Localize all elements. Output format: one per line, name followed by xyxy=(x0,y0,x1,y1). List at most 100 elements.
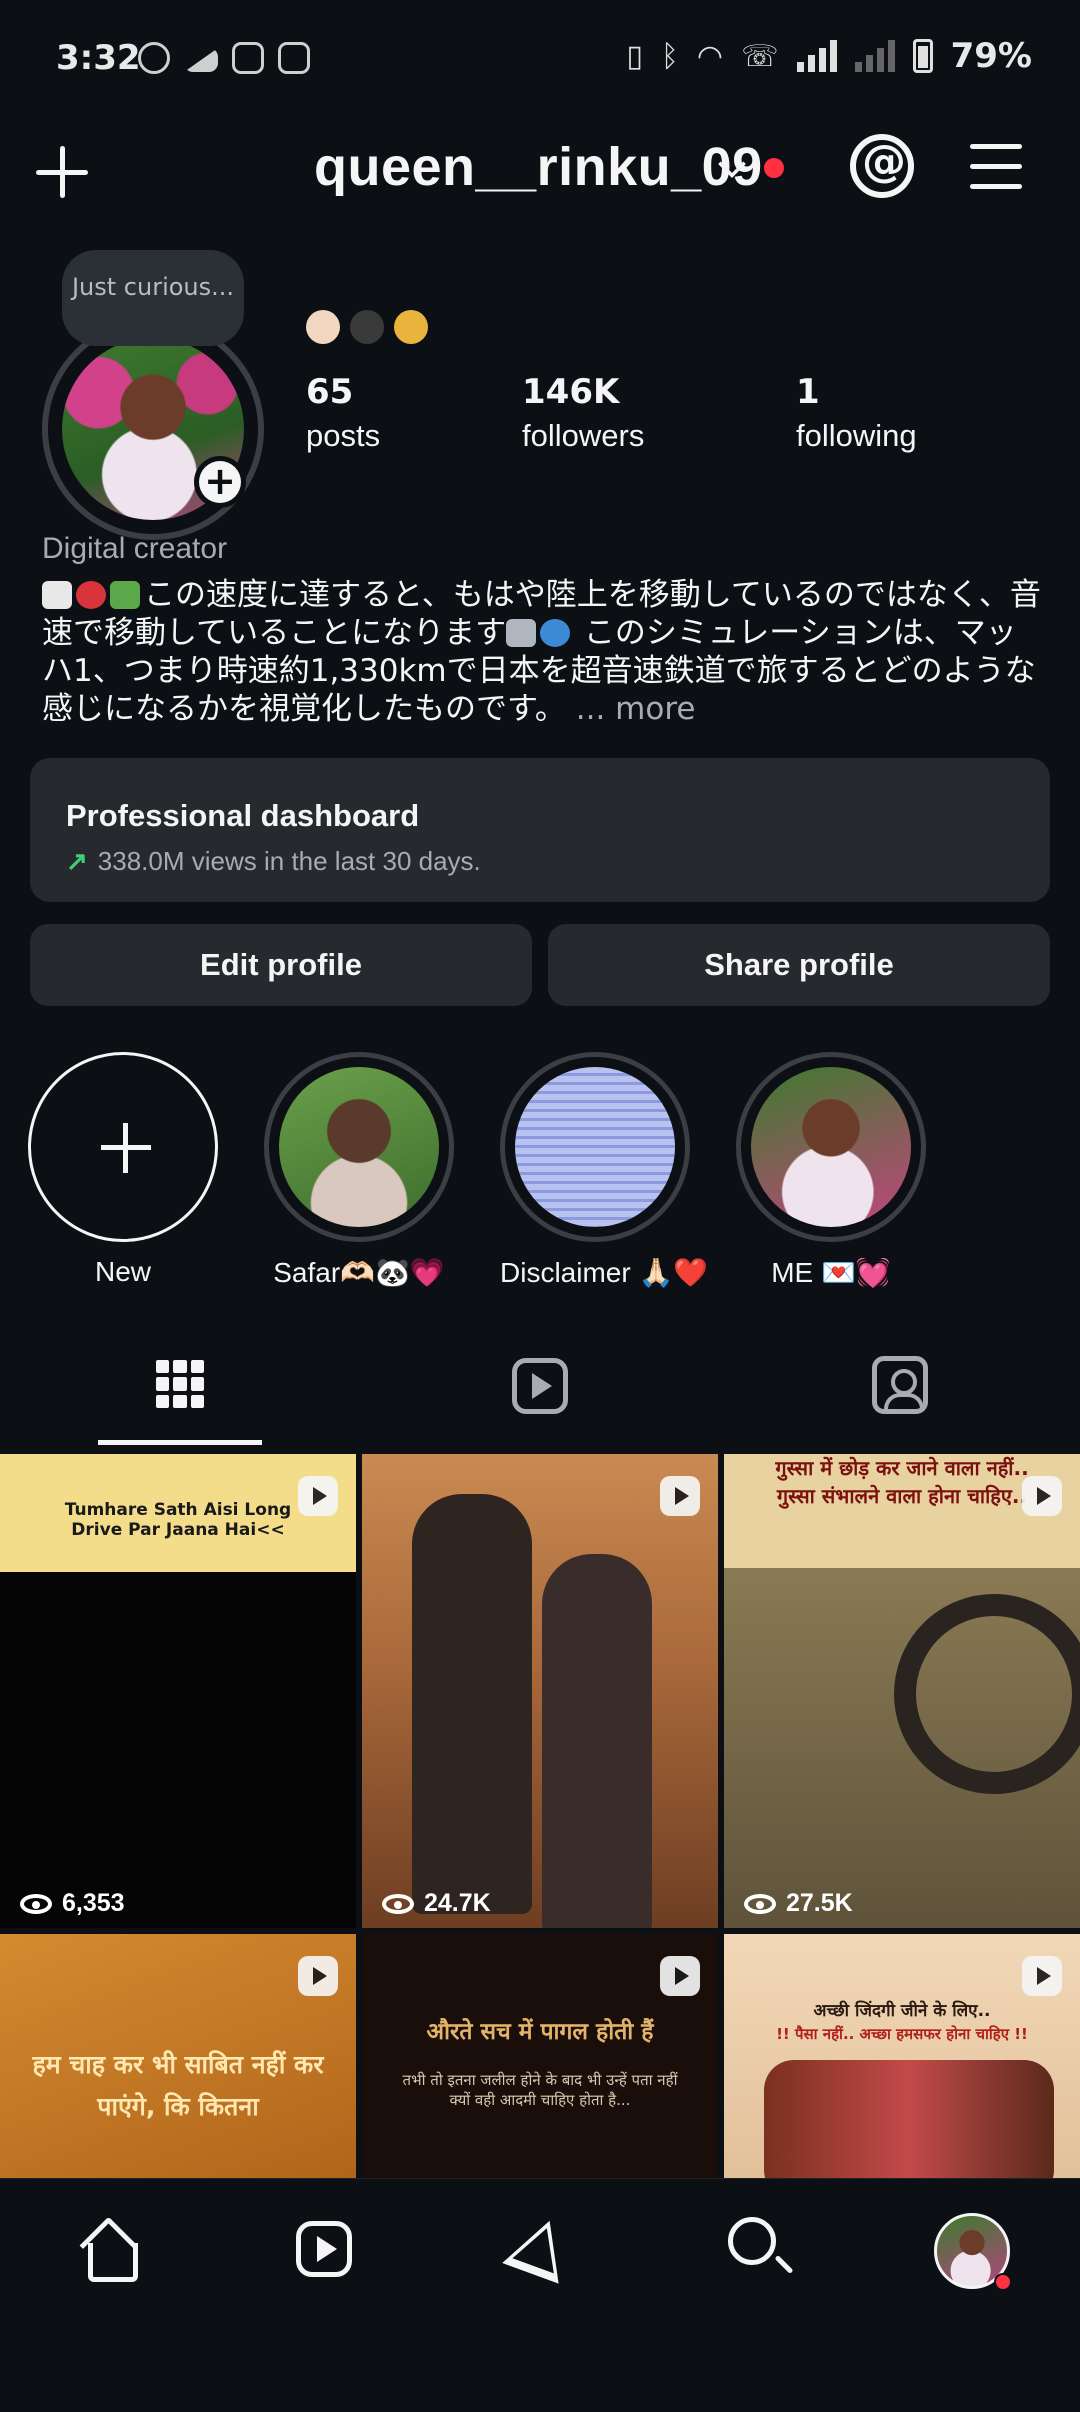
nav-home[interactable] xyxy=(68,2209,148,2289)
black-heart-emoji xyxy=(350,310,384,344)
highlight-ring[interactable] xyxy=(500,1052,690,1242)
highlight-label: ME 💌💓 xyxy=(771,1257,891,1288)
nav-search[interactable] xyxy=(718,2209,798,2289)
profile-tabs xyxy=(0,1340,1080,1450)
stat-label: posts xyxy=(306,418,381,453)
stat-label: followers xyxy=(522,418,645,453)
nav-messages[interactable] xyxy=(500,2209,580,2289)
battery-percent: 79% xyxy=(950,36,1032,76)
highlight-ring[interactable] xyxy=(264,1052,454,1242)
highlight-label: New xyxy=(94,1256,151,1287)
highlight-ring[interactable] xyxy=(736,1052,926,1242)
create-icon[interactable] xyxy=(32,142,92,202)
search-icon xyxy=(728,2217,776,2265)
professional-dashboard[interactable]: Professional dashboard ↗ 338.0M views in … xyxy=(30,758,1050,902)
profile-avatar-ring[interactable] xyxy=(42,318,264,540)
highlight-cover xyxy=(751,1067,911,1227)
highlight-label: Safar🫶🏻🐼💗 xyxy=(273,1257,445,1288)
wifi-calling-icon: ☏ xyxy=(741,38,779,74)
stat-followers[interactable]: 146K followers xyxy=(522,372,644,454)
princess-emoji xyxy=(394,310,428,344)
highlight-cover xyxy=(515,1067,675,1227)
notification-dot xyxy=(764,158,784,178)
highlight-new[interactable]: New xyxy=(28,1052,218,1288)
highlight-safar[interactable]: Safar🫶🏻🐼💗 xyxy=(264,1052,454,1289)
reel-icon xyxy=(298,1956,338,1996)
post-figure xyxy=(542,1554,652,1928)
highlight-label: Disclaimer 🙏🏻❤️ xyxy=(500,1257,709,1288)
love-letter-emoji xyxy=(42,581,72,609)
tab-reels[interactable] xyxy=(460,1340,620,1450)
post-tile[interactable]: अच्छी जिंदगी जीने के लिए.. !! पैसा नहीं.… xyxy=(724,1934,1080,2178)
globe-emoji xyxy=(540,619,571,647)
status-time: 3:32 xyxy=(56,38,141,78)
profile-header: queen__rinku_09 xyxy=(0,120,1080,220)
profile-bio[interactable]: この速度に達すると、もはや陸上を移動しているのではなく、音速で移動していることに… xyxy=(42,576,1042,728)
post-tile[interactable]: हम चाह कर भी साबित नहीं कर पाएंगे, कि कि… xyxy=(0,1934,356,2178)
edit-profile-button[interactable]: Edit profile xyxy=(30,924,532,1006)
highlight-disclaimer[interactable]: Disclaimer 🙏🏻❤️ xyxy=(500,1052,709,1289)
reels-icon xyxy=(512,1358,568,1414)
notification-dot xyxy=(994,2273,1012,2291)
bottom-navigation xyxy=(0,2178,1080,2412)
share-profile-button[interactable]: Share profile xyxy=(548,924,1050,1006)
vibrate-icon: ▯ xyxy=(626,38,643,74)
stat-following[interactable]: 1 following xyxy=(796,372,917,454)
post-photo xyxy=(764,2060,1054,2178)
post-tile[interactable]: औरते सच में पागल होती हैं तभी तो इतना जल… xyxy=(362,1934,718,2178)
signal-icon xyxy=(796,40,837,72)
stat-count: 146K xyxy=(522,372,620,412)
post-caption-secondary: !! पैसा नहीं.. अच्छा हमसफर होना चाहिए !! xyxy=(776,2025,1028,2043)
eye-icon xyxy=(382,1893,414,1914)
post-caption: अच्छी जिंदगी जीने के लिए.. xyxy=(813,2001,991,2021)
signal-icon-secondary xyxy=(854,40,895,72)
stat-count: 1 xyxy=(796,372,820,412)
send-icon xyxy=(502,2210,578,2284)
home-icon xyxy=(80,2223,138,2282)
tab-tagged[interactable] xyxy=(820,1340,980,1450)
highlight-me[interactable]: ME 💌💓 xyxy=(736,1052,926,1289)
post-caption: हम चाह कर भी साबित नहीं कर पाएंगे, कि कि… xyxy=(32,2050,324,2121)
instagram-icon xyxy=(232,42,264,74)
battery-icon xyxy=(912,39,933,73)
post-tile[interactable]: Tumhare Sath Aisi Long Drive Par Jaana H… xyxy=(0,1454,356,1928)
dashboard-title: Professional dashboard xyxy=(66,798,420,833)
system-icons: ▯ ᛒ ◠ ☏ 79% xyxy=(626,36,1032,76)
eye-icon xyxy=(744,1893,776,1914)
post-views: 27.5K xyxy=(744,1889,853,1918)
reel-icon xyxy=(298,1476,338,1516)
post-tile[interactable]: गुस्सा में छोड़ कर जाने वाला नहीं.. गुस्… xyxy=(724,1454,1080,1928)
nav-reels[interactable] xyxy=(284,2209,364,2289)
plus-icon[interactable] xyxy=(28,1052,218,1242)
name-emojis xyxy=(306,310,428,344)
post-figure xyxy=(412,1494,532,1914)
telegram-icon xyxy=(184,48,218,72)
stat-label: following xyxy=(796,418,917,453)
nav-profile[interactable] xyxy=(930,2209,1012,2291)
account-switcher-username[interactable]: queen__rinku_09 xyxy=(314,136,763,198)
post-caption-secondary: तभी तो इतना जलील होने के बाद भी उन्हें प… xyxy=(402,2071,678,2109)
reel-icon xyxy=(1022,1956,1062,1996)
post-views: 24.7K xyxy=(382,1889,491,1918)
dashboard-views: 338.0M views in the last 30 days. xyxy=(97,846,481,876)
notification-icons xyxy=(138,42,310,74)
stat-posts[interactable]: 65 posts xyxy=(306,372,380,454)
tab-posts[interactable] xyxy=(100,1340,260,1450)
reel-icon xyxy=(1022,1476,1062,1516)
plus-icon: + xyxy=(199,461,241,503)
add-story-button[interactable]: + xyxy=(194,456,246,508)
views-count: 24.7K xyxy=(424,1889,491,1917)
post-tile[interactable]: 24.7K xyxy=(362,1454,718,1928)
post-views: 6,353 xyxy=(20,1889,125,1918)
views-count: 6,353 xyxy=(62,1889,125,1917)
tagged-icon xyxy=(872,1356,928,1414)
wifi-icon: ◠ xyxy=(696,38,724,74)
profile-note[interactable]: Just curious... xyxy=(62,250,244,346)
pinch-hand-emoji xyxy=(306,310,340,344)
threads-icon[interactable] xyxy=(850,134,914,198)
bio-more-link[interactable]: ... more xyxy=(576,691,696,727)
bluetooth-icon: ᛒ xyxy=(660,38,679,74)
dashboard-subtitle: ↗ 338.0M views in the last 30 days. xyxy=(66,846,1014,877)
eye-icon xyxy=(20,1893,52,1914)
menu-icon[interactable] xyxy=(970,142,1026,192)
